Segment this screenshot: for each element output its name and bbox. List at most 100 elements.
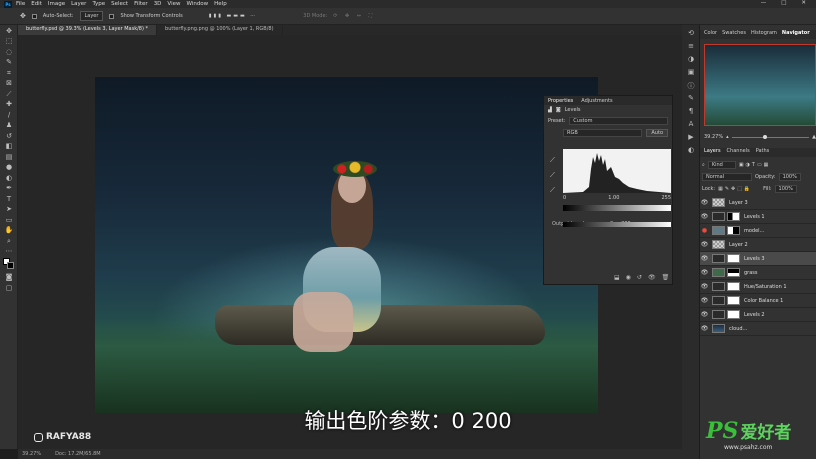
menu-3d[interactable]: 3D: [154, 1, 162, 7]
tab-swatches[interactable]: Swatches: [722, 30, 746, 39]
hand-icon[interactable]: ✋: [3, 226, 15, 235]
zoom-out-icon[interactable]: ▴: [726, 134, 729, 140]
menu-select[interactable]: Select: [111, 1, 128, 7]
3d-mode-icons[interactable]: ⟳ ✥ ⇔ ⛶: [333, 13, 375, 19]
shape-icon[interactable]: ▭: [3, 216, 15, 225]
color-swatches-icon[interactable]: [3, 257, 15, 272]
move-tool-icon[interactable]: ✥: [20, 12, 26, 20]
channels-icon[interactable]: ◐: [686, 146, 696, 155]
opacity-input[interactable]: 100%: [778, 173, 801, 181]
more-icon[interactable]: ⋯: [3, 247, 15, 256]
fill-input[interactable]: 100%: [774, 185, 797, 193]
input-white-value[interactable]: 255: [661, 195, 671, 201]
menu-type[interactable]: Type: [92, 1, 105, 7]
quick-select-icon[interactable]: ✎: [3, 58, 15, 67]
quick-mask-icon[interactable]: ◙: [3, 273, 15, 282]
clip-icon[interactable]: ⬓: [614, 274, 620, 281]
menu-edit[interactable]: Edit: [31, 1, 42, 7]
view-previous-icon[interactable]: ◉: [626, 274, 631, 281]
layer-row[interactable]: 👁 Levels 2: [700, 308, 816, 322]
visibility-icon[interactable]: 👁: [648, 274, 656, 281]
zoom-slider[interactable]: [731, 134, 810, 139]
menu-layer[interactable]: Layer: [71, 1, 86, 7]
channel-dropdown[interactable]: RGB: [563, 129, 643, 137]
menu-filter[interactable]: Filter: [134, 1, 148, 7]
screen-mode-icon[interactable]: ▢: [3, 284, 15, 293]
pen-icon[interactable]: ✒: [3, 184, 15, 193]
preset-dropdown[interactable]: Custom: [569, 117, 668, 125]
marquee-icon[interactable]: ⬚: [3, 37, 15, 46]
layer-name[interactable]: Levels 2: [744, 312, 765, 318]
menu-window[interactable]: Window: [186, 1, 208, 7]
brush-icon[interactable]: ∕: [3, 111, 15, 120]
layer-row[interactable]: 👁 grass: [700, 266, 816, 280]
blur-icon[interactable]: ●: [3, 163, 15, 172]
layer-name[interactable]: grass: [744, 270, 758, 276]
layer-visibility-icon[interactable]: 👁: [700, 311, 709, 318]
tab-channels[interactable]: Channels: [727, 148, 750, 157]
close-button[interactable]: ✕: [801, 0, 806, 8]
input-gradient-bar[interactable]: [563, 205, 671, 211]
layer-row[interactable]: 👁 cloud...: [700, 322, 816, 336]
kind-dropdown[interactable]: Kind: [707, 161, 736, 169]
layer-visibility-icon[interactable]: 👁: [700, 255, 709, 262]
filter-icons[interactable]: ▣◑T▭▦: [739, 162, 771, 168]
layer-row[interactable]: ● model...: [700, 224, 816, 238]
navigator-zoom-value[interactable]: 39.27%: [704, 134, 723, 140]
output-gradient-bar[interactable]: [563, 222, 671, 227]
info-icon[interactable]: ⓘ: [686, 81, 696, 90]
layer-name[interactable]: Layer 3: [729, 200, 748, 206]
layer-row[interactable]: 👁 Layer 3: [700, 196, 816, 210]
tab-layers[interactable]: Layers: [704, 148, 721, 157]
eraser-icon[interactable]: ◧: [3, 142, 15, 151]
path-select-icon[interactable]: ➤: [3, 205, 15, 214]
layer-row[interactable]: 👁 Hue/Saturation 1: [700, 280, 816, 294]
reset-icon[interactable]: ↺: [637, 274, 642, 281]
blend-mode-dropdown[interactable]: Normal: [702, 173, 752, 181]
healing-icon[interactable]: ✚: [3, 100, 15, 109]
align-icons[interactable]: ▮▮▮ ▬▬▬ ⋯: [209, 13, 258, 19]
tab-histogram[interactable]: Histogram: [751, 30, 777, 39]
layer-visibility-icon[interactable]: 👁: [700, 297, 709, 304]
character-icon[interactable]: A: [686, 120, 696, 129]
navigator-thumbnail[interactable]: [704, 44, 816, 126]
layer-row[interactable]: 👁 Levels 1: [700, 210, 816, 224]
mask-icon[interactable]: ◙: [556, 107, 561, 113]
crop-icon[interactable]: ⌗: [3, 69, 15, 78]
gray-eyedropper-icon[interactable]: ⟋: [550, 171, 555, 180]
move-icon[interactable]: ✥: [3, 27, 15, 36]
layer-visibility-icon[interactable]: 👁: [700, 241, 709, 248]
clone-stamp-icon[interactable]: ♟: [3, 121, 15, 130]
white-eyedropper-icon[interactable]: ⟋: [550, 186, 555, 195]
black-eyedropper-icon[interactable]: ⟋: [550, 156, 555, 165]
lock-icons[interactable]: ▦✎✥⬚🔒: [718, 186, 752, 192]
dodge-icon[interactable]: ◐: [3, 174, 15, 183]
layer-visibility-icon[interactable]: ●: [700, 227, 709, 234]
tab-properties[interactable]: Properties: [548, 98, 573, 104]
tab-butterfly-png[interactable]: butterfly.png.png @ 100% (Layer 1, RGB/8…: [157, 25, 283, 35]
type-icon[interactable]: T: [3, 195, 15, 204]
input-black-value[interactable]: 0: [563, 195, 566, 201]
properties-icon[interactable]: ≡: [686, 42, 696, 51]
menu-image[interactable]: Image: [48, 1, 65, 7]
zoom-icon[interactable]: ⌕: [3, 237, 15, 246]
gradient-icon[interactable]: ▤: [3, 153, 15, 162]
layer-row[interactable]: 👁 Layer 2: [700, 238, 816, 252]
layer-visibility-icon[interactable]: 👁: [700, 325, 709, 332]
menu-file[interactable]: File: [16, 1, 25, 7]
maximize-button[interactable]: □: [781, 0, 786, 8]
layer-name[interactable]: Color Balance 1: [744, 298, 783, 304]
auto-button[interactable]: Auto: [646, 129, 668, 137]
lasso-icon[interactable]: ◌: [3, 48, 15, 57]
auto-select-dropdown[interactable]: Layer: [79, 11, 104, 21]
zoom-in-icon[interactable]: ▲: [812, 134, 816, 140]
delete-icon[interactable]: 🗑: [662, 274, 670, 281]
paragraph-icon[interactable]: ¶: [686, 107, 696, 116]
tab-butterfly-psd[interactable]: butterfly.psd @ 39.3% (Levels 3, Layer M…: [18, 25, 158, 35]
actions-icon[interactable]: ▶: [686, 133, 696, 142]
menu-help[interactable]: Help: [214, 1, 227, 7]
libraries-icon[interactable]: ▣: [686, 68, 696, 77]
layer-name[interactable]: cloud...: [729, 326, 747, 332]
layer-row-selected[interactable]: 👁 Levels 3: [700, 252, 816, 266]
layer-row[interactable]: 👁 Color Balance 1: [700, 294, 816, 308]
